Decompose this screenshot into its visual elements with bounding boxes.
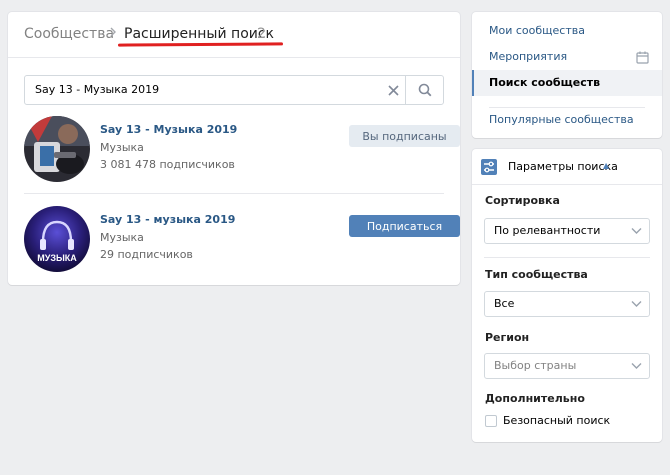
breadcrumb-separator — [108, 26, 118, 42]
nav-item-community-search[interactable]: Поиск сообществ — [472, 70, 662, 96]
search-params-panel: Параметры поиска ▲ Сортировка По релеван… — [472, 149, 662, 442]
search-params-header[interactable]: Параметры поиска ▲ — [472, 149, 662, 185]
community-type-select[interactable]: Все — [484, 291, 650, 317]
filter-icon — [481, 159, 497, 175]
community-category: Музыка — [100, 141, 144, 154]
search-query-text: Say 13 - Музыка 2019 — [35, 83, 160, 96]
additional-label: Дополнительно — [485, 392, 585, 405]
community-type-label: Тип сообщества — [485, 268, 588, 281]
breadcrumb: Сообщества Расширенный поиск 2 — [8, 12, 460, 58]
community-category: Музыка — [100, 231, 144, 244]
avatar-logo-text: МУЗЫКА — [37, 253, 77, 263]
list-item: Say 13 - Музыка 2019 Музыка 3 081 478 по… — [24, 114, 460, 194]
sort-select[interactable]: По релевантности — [484, 218, 650, 244]
chevron-down-icon — [631, 301, 642, 307]
communities-nav: Мои сообщества Мероприятия Поиск сообщес… — [472, 12, 662, 138]
community-avatar[interactable] — [24, 116, 90, 182]
sort-select-value: По релевантности — [494, 224, 601, 237]
breadcrumb-communities-link[interactable]: Сообщества — [24, 26, 114, 42]
nav-item-popular-communities[interactable]: Популярные сообщества — [472, 107, 662, 133]
subscribed-button[interactable]: Вы подписаны — [349, 125, 460, 147]
region-label: Регион — [485, 331, 530, 344]
safe-search-label[interactable]: Безопасный поиск — [503, 414, 610, 427]
region-select[interactable]: Выбор страны — [484, 353, 650, 379]
list-item: МУЗЫКА Say 13 - музыка 2019 Музыка 29 по… — [24, 204, 460, 284]
nav-item-events[interactable]: Мероприятия — [472, 44, 662, 70]
search-input[interactable]: Say 13 - Музыка 2019 — [24, 75, 444, 105]
subscriber-count: 3 081 478 подписчиков — [100, 158, 235, 171]
page-title: Расширенный поиск — [124, 26, 275, 42]
subscribe-button[interactable]: Подписаться — [349, 215, 460, 237]
chevron-down-icon — [631, 363, 642, 369]
search-params-title: Параметры поиска — [508, 160, 618, 173]
close-icon — [387, 84, 399, 96]
subscriber-count: 29 подписчиков — [100, 248, 193, 261]
community-title-link[interactable]: Say 13 - музыка 2019 — [100, 213, 235, 226]
chevron-down-icon — [631, 228, 642, 234]
search-icon — [418, 83, 431, 97]
community-avatar[interactable]: МУЗЫКА — [24, 206, 90, 272]
search-results-panel: Сообщества Расширенный поиск 2 Say 13 - … — [8, 12, 460, 285]
community-type-value: Все — [494, 297, 515, 310]
caret-up-icon: ▲ — [603, 161, 610, 170]
highlight-underline — [117, 42, 284, 47]
safe-search-checkbox[interactable] — [485, 415, 497, 427]
region-select-placeholder: Выбор страны — [494, 359, 577, 372]
search-button[interactable] — [405, 76, 443, 104]
community-title-link[interactable]: Say 13 - Музыка 2019 — [100, 123, 237, 136]
clear-search-button[interactable] — [379, 76, 407, 104]
section-divider — [484, 257, 650, 258]
results-count: 2 — [257, 26, 266, 42]
nav-item-events-label: Мероприятия — [489, 50, 568, 63]
calendar-icon[interactable] — [636, 51, 649, 64]
sort-label: Сортировка — [485, 194, 560, 207]
nav-item-my-communities[interactable]: Мои сообщества — [472, 18, 662, 44]
